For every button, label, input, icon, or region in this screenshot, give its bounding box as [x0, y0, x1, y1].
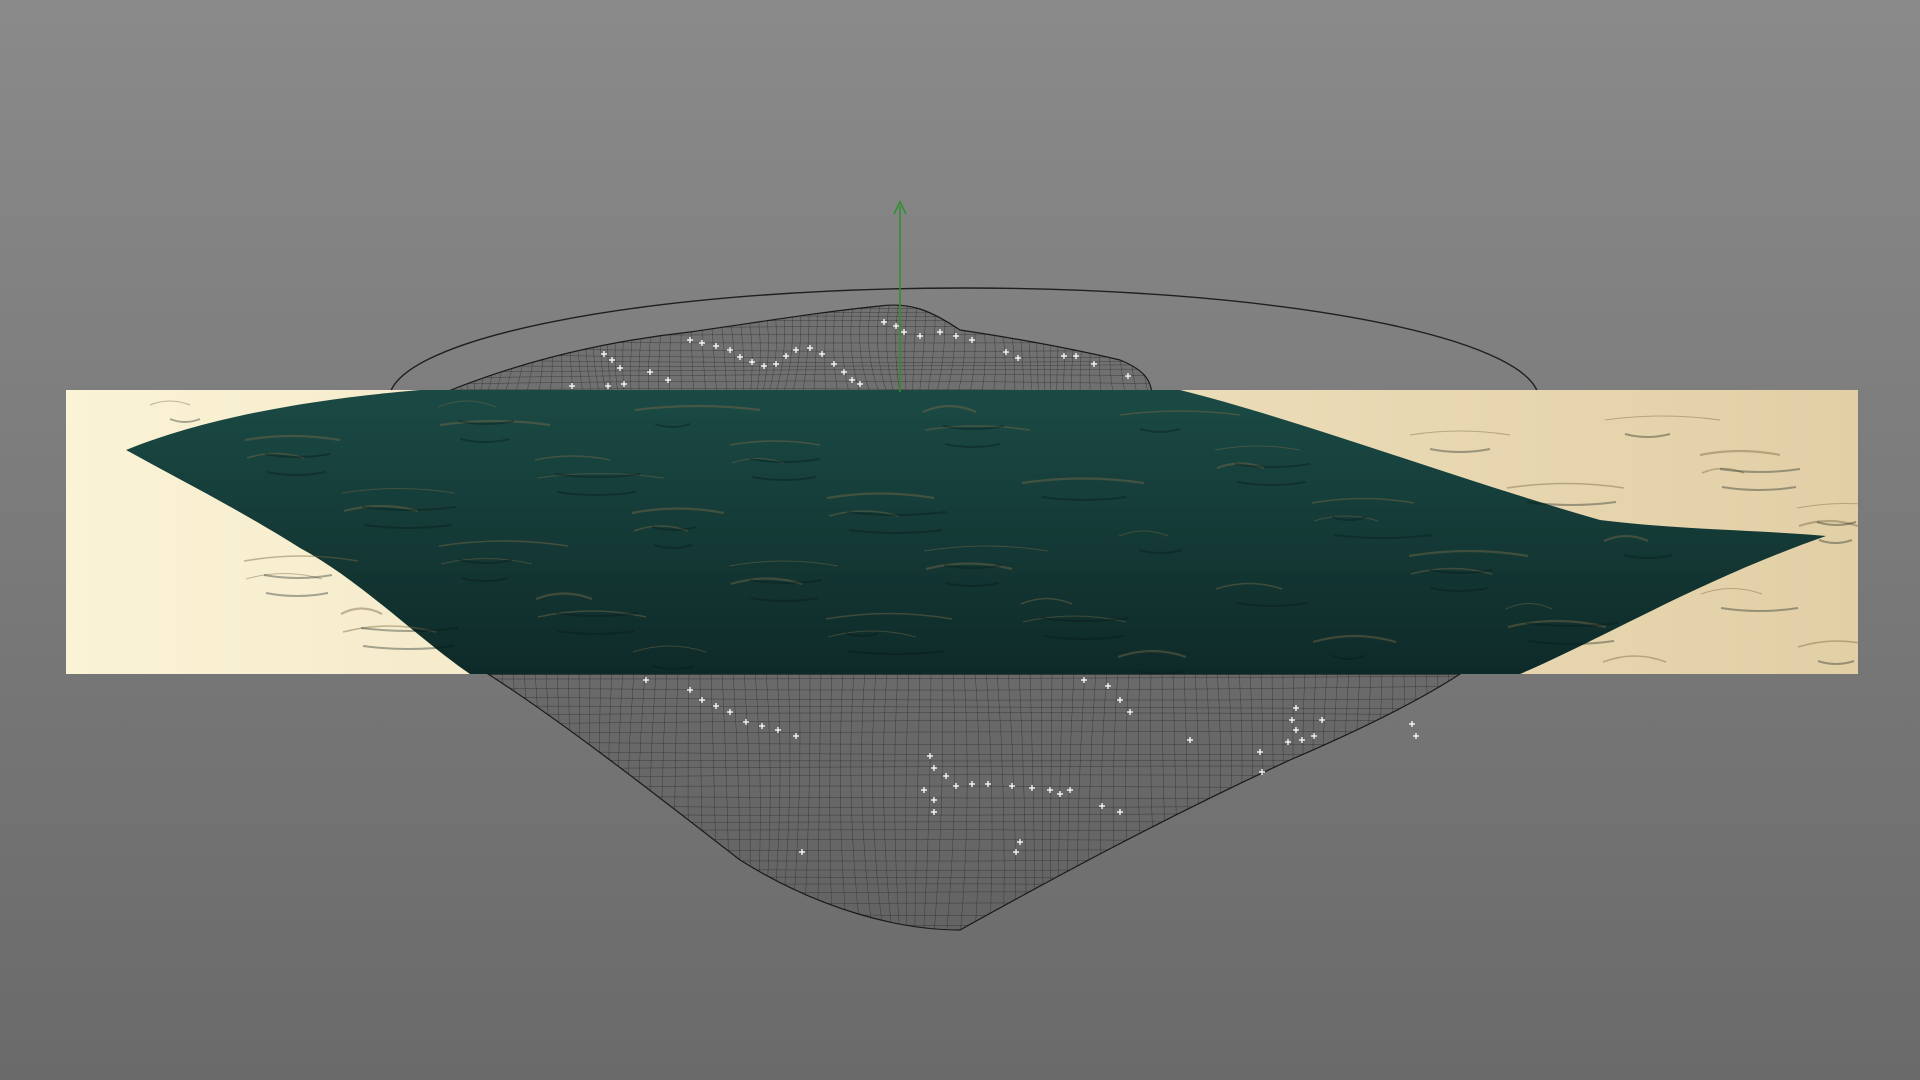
- vertex-cross-icon[interactable]: [1409, 721, 1415, 727]
- mesh-edge: [518, 674, 529, 930]
- mesh-edge: [505, 674, 517, 930]
- mesh-edge: [1414, 674, 1419, 930]
- mesh-edge: [488, 674, 494, 930]
- ocean-mesh-wireframe-bottom[interactable]: [477, 668, 1476, 935]
- mesh-edge: [1436, 674, 1445, 930]
- mesh-edge: [1470, 670, 1476, 935]
- mesh-edge: [1402, 674, 1406, 930]
- mesh-edge: [1425, 674, 1433, 930]
- mesh-edge: [532, 674, 540, 930]
- mesh-edge: [446, 305, 448, 392]
- render-region[interactable]: [66, 390, 1894, 679]
- mesh-edge: [1150, 305, 1152, 392]
- mesh-edge: [466, 305, 469, 392]
- 3d-viewport[interactable]: [0, 0, 1920, 1080]
- vertex-cross-icon[interactable]: [1413, 733, 1419, 739]
- wave-shadow: [1623, 676, 1674, 679]
- mesh-edge: [446, 305, 1152, 310]
- mesh-edge: [1160, 300, 1168, 395]
- mesh-edge: [446, 311, 1152, 315]
- mesh-edge: [1458, 674, 1460, 930]
- mesh-edge: [457, 305, 463, 392]
- mesh-edge: [477, 670, 482, 935]
- mesh-edge: [493, 674, 506, 930]
- mesh-edge: [488, 921, 1460, 927]
- mesh-edge: [440, 300, 1160, 303]
- mesh-edge: [480, 931, 1470, 932]
- ocean-mesh-wireframe-top[interactable]: [438, 300, 1168, 395]
- scene-layer[interactable]: [0, 0, 1920, 1080]
- mesh-edge: [1447, 674, 1457, 930]
